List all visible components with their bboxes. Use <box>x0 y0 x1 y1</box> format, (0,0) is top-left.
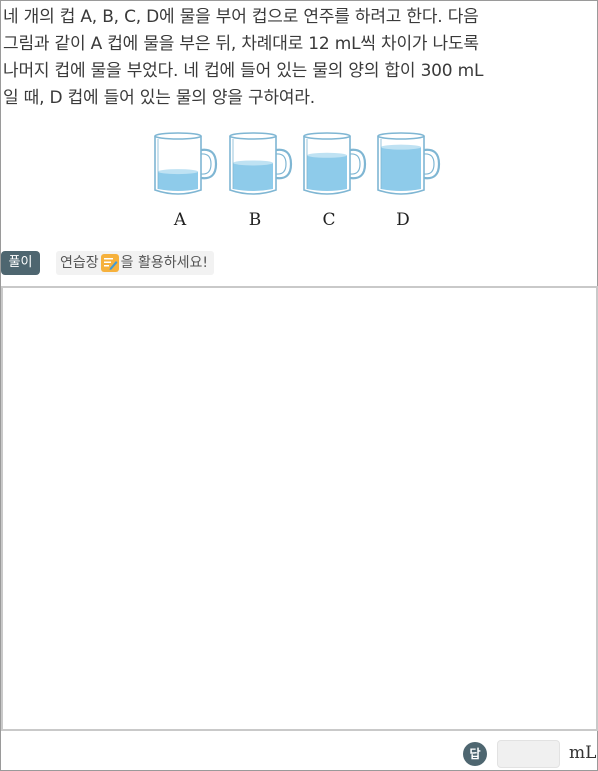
cup-handle-inner <box>275 153 287 175</box>
cups-figure: A B C D <box>150 130 450 240</box>
cup-c-drawing <box>303 132 367 195</box>
answer-row: 답 mL <box>0 740 598 768</box>
answer-unit: mL <box>569 743 597 763</box>
cup-rim <box>377 132 425 140</box>
answer-badge: 답 <box>463 742 487 766</box>
cup-label: D <box>396 210 410 230</box>
cup-label: B <box>248 210 262 230</box>
cup-b: B <box>225 130 299 230</box>
question-line: 나머지 컵에 물을 부었다. 네 컵에 들어 있는 물의 양의 합이 300 m… <box>3 61 484 81</box>
cup-handle-inner <box>200 153 212 175</box>
cup-water-surface <box>233 160 273 166</box>
cup-c: C <box>299 130 373 230</box>
tools-row: 풀이 연습장 을 활용하세요! <box>0 251 598 275</box>
practice-hint[interactable]: 연습장 을 활용하세요! <box>56 251 214 275</box>
cup-water <box>307 155 347 191</box>
hint-prefix: 연습장 <box>60 255 99 271</box>
hint-suffix: 을 활용하세요! <box>120 255 208 271</box>
question-line: 그림과 같이 A 컵에 물을 부은 뒤, 차례대로 12 mL씩 차이가 나도록 <box>3 34 479 54</box>
question-text: 네 개의 컵 A, B, C, D에 물을 부어 컵으로 연주를 하려고 한다.… <box>3 4 593 112</box>
cup-handle-inner <box>349 153 361 175</box>
cup-water-surface <box>158 169 198 175</box>
question-line: 네 개의 컵 A, B, C, D에 물을 부어 컵으로 연주를 하려고 한다.… <box>3 7 479 27</box>
question-line: 일 때, D 컵에 들어 있는 물의 양을 구하여라. <box>3 88 315 108</box>
cup-rim <box>303 132 351 140</box>
cup-rim <box>229 132 277 140</box>
practice-canvas[interactable] <box>1 286 598 731</box>
cup-water <box>381 147 421 191</box>
cup-a: A <box>150 130 224 230</box>
cup-water <box>233 162 273 191</box>
cup-water-surface <box>381 144 421 150</box>
cup-handle-inner <box>423 153 435 175</box>
answer-input[interactable] <box>497 740 560 768</box>
cup-b-drawing <box>229 132 293 195</box>
cup-d: D <box>373 130 447 230</box>
cup-rim <box>154 132 202 140</box>
note-pencil-icon <box>100 254 119 272</box>
cup-label: C <box>322 210 336 230</box>
cup-water <box>158 171 198 191</box>
cup-label: A <box>173 210 187 230</box>
cup-water-surface <box>307 152 347 158</box>
cup-d-drawing <box>377 132 441 195</box>
cup-a-drawing <box>154 132 218 195</box>
solution-button[interactable]: 풀이 <box>1 251 40 275</box>
